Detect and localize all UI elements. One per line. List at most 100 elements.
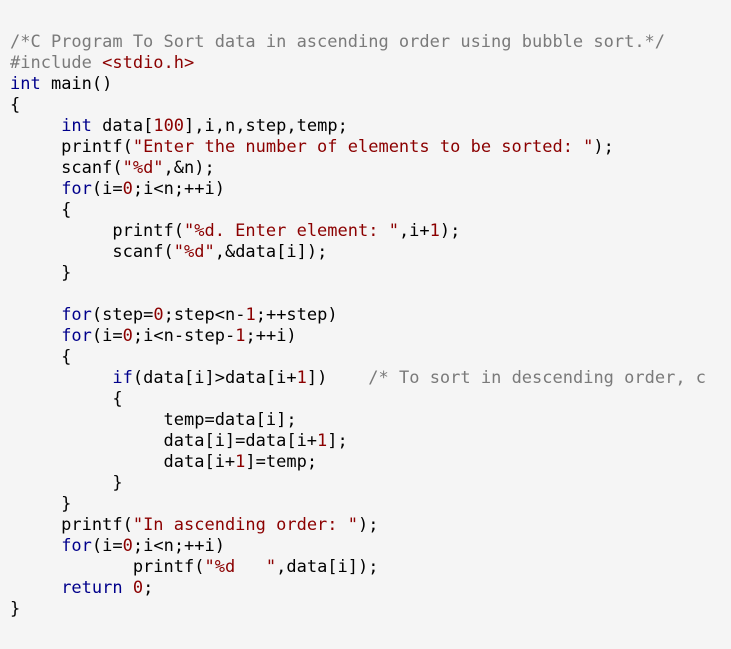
code-string: "%d. Enter element: " [184,221,399,241]
code-line: for(i=0;i<n;++i) [10,536,706,557]
code-text: { [10,347,72,367]
code-text: data[ [91,116,154,136]
code-text: ]; [327,431,348,451]
code-text: (i= [91,326,123,346]
code-number: 1 [245,305,256,325]
code-line: } [10,263,706,284]
code-string: "%d" [173,242,215,262]
code-text: ); [439,221,461,241]
code-keyword: int [10,74,41,94]
code-line: temp=data[i]; [10,410,706,431]
code-line: int data[100],i,n,step,temp; [10,116,706,137]
code-string: "%d " [204,557,277,577]
code-block[interactable]: /*C Program To Sort data in ascending or… [10,32,706,620]
code-text: ;++i) [245,326,297,346]
code-text: } [10,599,21,619]
code-number: 100 [153,116,185,136]
code-line: printf("%d ",data[i]); [10,557,706,578]
code-text: ;++step) [255,305,338,325]
code-line: { [10,347,706,368]
code-line: } [10,473,706,494]
code-string: "Enter the number of elements to be sort… [132,137,594,157]
code-text: } [10,494,72,514]
code-text: ,data[i]); [276,557,379,577]
code-line: #include <stdio.h> [10,53,706,74]
code-text: ); [593,137,614,157]
code-text: ); [358,515,379,535]
code-number: 0 [153,305,164,325]
code-text: ]) [306,368,369,388]
code-number: 1 [296,368,307,388]
code-number: 0 [122,326,133,346]
code-text: ,&n); [163,158,215,178]
code-line: { [10,200,706,221]
code-line: data[i]=data[i+1]; [10,431,706,452]
code-number: 1 [235,452,246,472]
code-text: scanf( [10,242,174,262]
code-keyword: for [61,326,92,346]
code-text: scanf( [10,158,123,178]
code-text: ,i+ [398,221,430,241]
code-text: ;i<n-step- [132,326,236,346]
code-text: ;i<n;++i) [132,179,225,199]
code-number: 1 [317,431,328,451]
code-text: (data[i]>data[i+ [132,368,297,388]
code-line: printf("%d. Enter element: ",i+1); [10,221,706,242]
code-text: data[i]=data[i+ [10,431,318,451]
code-keyword: for [61,536,92,556]
code-comment: /* To sort in descending order, c [368,368,707,388]
code-text: printf( [10,557,205,577]
code-keyword: int [61,116,92,136]
code-line: for(i=0;i<n-step-1;++i) [10,326,706,347]
code-text: { [10,389,123,409]
code-number: 1 [429,221,440,241]
code-number: 0 [122,179,133,199]
code-text: ;i<n;++i) [132,536,225,556]
code-line: for(i=0;i<n;++i) [10,179,706,200]
code-preprocessor: #include [10,53,103,73]
code-number: 0 [122,536,133,556]
code-text: main() [40,74,113,94]
code-string: <stdio.h> [102,53,195,73]
code-line: for(step=0;step<n-1;++step) [10,305,706,326]
code-line: printf("In ascending order: "); [10,515,706,536]
code-number: 0 [132,578,144,598]
code-text: (step= [91,305,154,325]
code-line: { [10,389,706,410]
code-line: scanf("%d",&data[i]); [10,242,706,263]
code-line: } [10,494,706,515]
code-line: data[i+1]=temp; [10,452,706,473]
code-line: { [10,95,706,116]
code-text: printf( [10,221,184,241]
code-text: { [10,200,72,220]
code-text: temp=data[i]; [10,410,297,430]
code-viewer: /*C Program To Sort data in ascending or… [0,0,731,649]
code-keyword: if [112,368,133,388]
code-keyword: return [61,578,123,598]
code-text: ]=temp; [245,452,318,472]
code-text: } [10,473,123,493]
code-line: scanf("%d",&n); [10,158,706,179]
code-number: 1 [235,326,246,346]
code-text: printf( [10,515,133,535]
code-line: return 0; [10,578,706,599]
code-string: "%d" [122,158,164,178]
code-text: ],i,n,step,temp; [184,116,348,136]
code-text: printf( [10,137,133,157]
code-text: (i= [91,536,123,556]
code-line: printf("Enter the number of elements to … [10,137,706,158]
code-line: if(data[i]>data[i+1]) /* To sort in desc… [10,368,706,389]
code-comment: /*C Program To Sort data in ascending or… [10,32,666,52]
code-text: } [10,263,72,283]
code-text: ;step<n- [163,305,246,325]
code-text: ,&data[i]); [214,242,328,262]
code-text: ; [143,578,154,598]
